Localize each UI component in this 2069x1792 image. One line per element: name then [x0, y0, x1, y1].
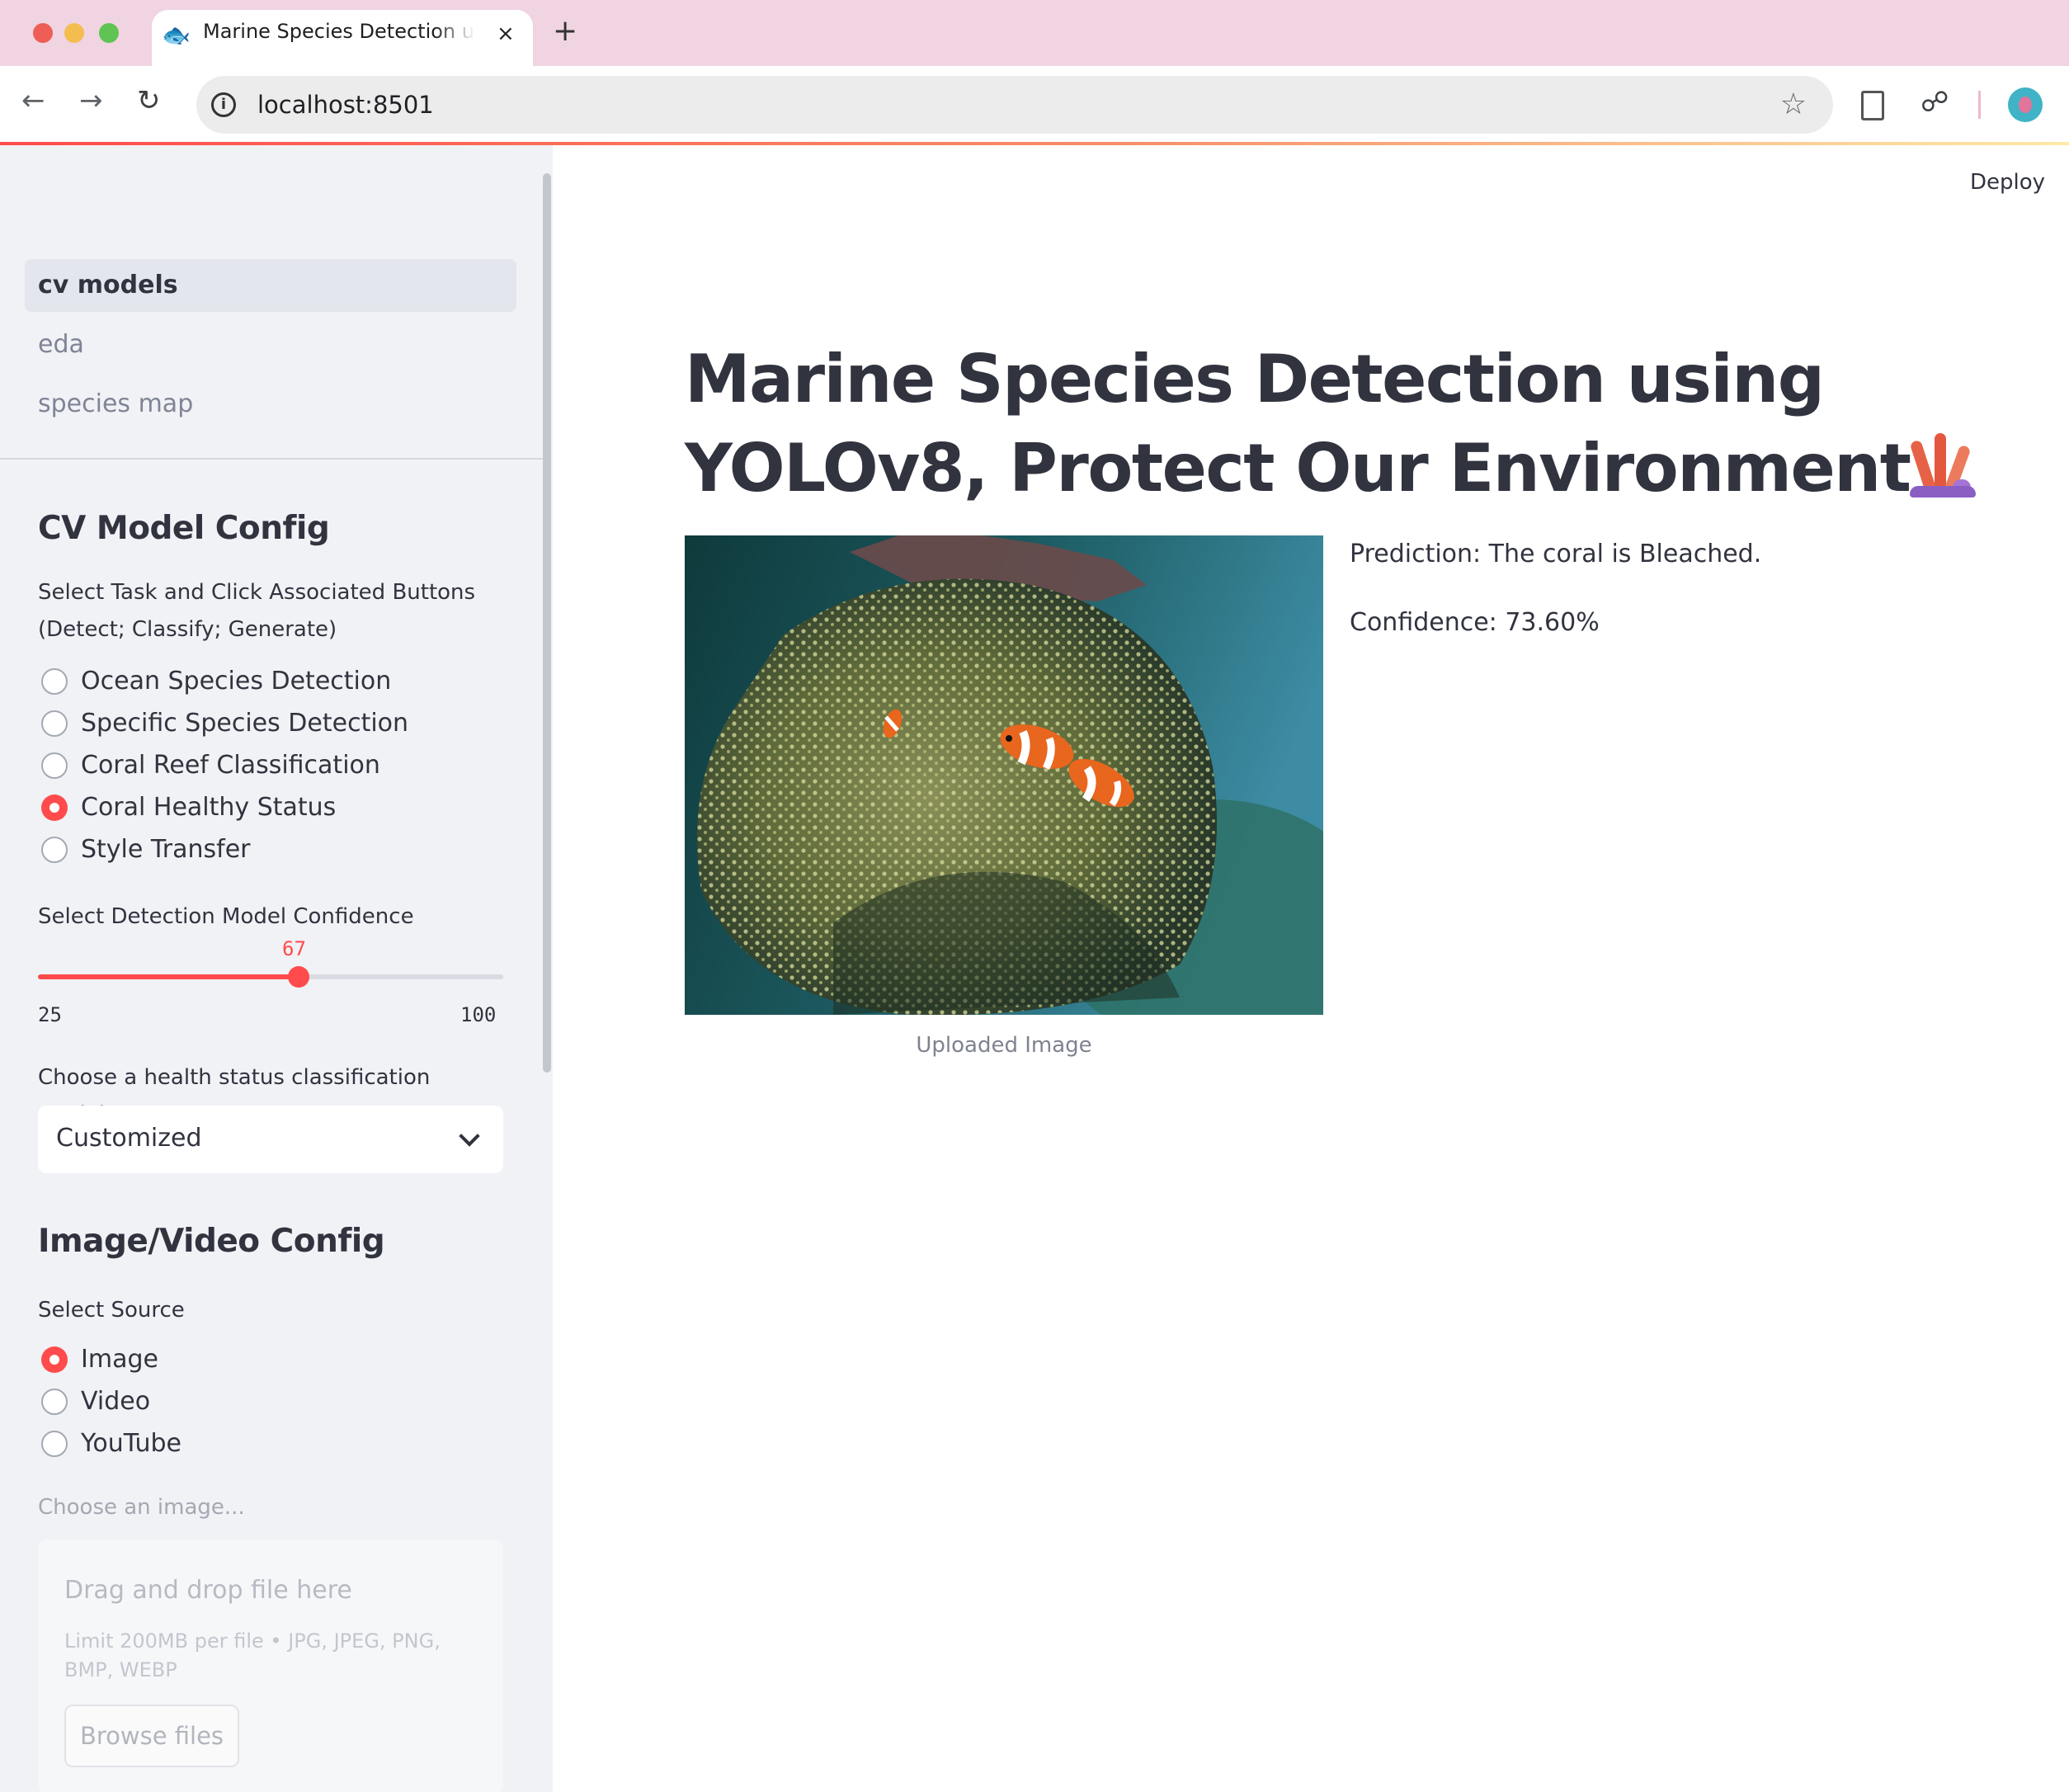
slider-value: 67 [282, 937, 306, 960]
dropzone-limit: Limit 200MB per file • JPG, JPEG, PNG, B… [64, 1629, 441, 1681]
maximize-window-button[interactable] [99, 23, 119, 43]
deploy-button[interactable]: Deploy [1970, 170, 2045, 195]
minimize-window-button[interactable] [64, 23, 84, 43]
chevron-down-icon [459, 1125, 480, 1147]
extension-icon[interactable]: ☍ [1921, 86, 1949, 119]
radio-label: Coral Healthy Status [81, 793, 337, 822]
info-icon[interactable]: i [211, 92, 236, 117]
model-select-value: Customized [56, 1124, 202, 1153]
radio-label: Video [81, 1387, 151, 1416]
page-title-text: Marine Species Detection using YOLOv8, P… [685, 341, 1911, 507]
slider-fill [38, 974, 299, 979]
toolbar-divider [1978, 91, 1981, 119]
radio-label: Coral Reef Classification [81, 751, 380, 780]
uploaded-image [685, 535, 1323, 1015]
radio-circle-selected[interactable] [41, 795, 68, 821]
prediction-text: Prediction: The coral is Bleached. [1350, 540, 1762, 568]
close-icon[interactable]: × [497, 21, 515, 46]
browser-toolbar: ← → ↻ i localhost:8501 ☆ ☍ [0, 66, 2069, 145]
sidebar-nav-eda[interactable]: eda [25, 318, 516, 371]
radio-circle[interactable] [41, 1431, 68, 1457]
confidence-label: Select Detection Model Confidence [38, 904, 414, 929]
back-arrow-icon[interactable]: ← [21, 84, 45, 117]
page-title: Marine Species Detection using YOLOv8, P… [685, 335, 2038, 513]
sidebar-nav-cv-models[interactable]: cv models [25, 259, 516, 312]
model-select[interactable]: Customized [38, 1106, 503, 1173]
browser-tab[interactable]: 🐟 Marine Species Detection using YOLOv8,… [152, 10, 533, 66]
radio-circle-selected[interactable] [41, 1346, 68, 1373]
url-text[interactable]: localhost:8501 [257, 91, 434, 119]
radio-label: YouTube [81, 1429, 181, 1458]
profile-avatar-icon[interactable] [2008, 87, 2043, 122]
address-bar[interactable]: i localhost:8501 ☆ [196, 76, 1833, 134]
tab-title: Marine Species Detection using YOLOv8, P… [203, 20, 475, 43]
sidebar-divider [0, 458, 543, 460]
media-config-heading: Image/Video Config [38, 1223, 385, 1260]
plus-icon[interactable]: + [553, 15, 577, 48]
task-prompt: Select Task and Click Associated Buttons… [38, 580, 476, 642]
sidebar: cv models eda species map CV Model Confi… [0, 145, 553, 1792]
radio-circle[interactable] [41, 1389, 68, 1415]
image-caption: Uploaded Image [916, 1033, 1092, 1058]
sidebar-nav-species-map[interactable]: species map [25, 378, 516, 431]
browser-tab-strip: 🐟 Marine Species Detection using YOLOv8,… [0, 0, 2069, 66]
radio-label: Specific Species Detection [81, 709, 409, 738]
browse-files-button[interactable]: Browse files [64, 1705, 239, 1767]
radio-label: Style Transfer [81, 835, 251, 864]
dropzone-title: Drag and drop file here [64, 1576, 352, 1605]
radio-label: Ocean Species Detection [81, 667, 392, 696]
radio-label: Image [81, 1345, 158, 1374]
source-label: Select Source [38, 1298, 185, 1323]
confidence-slider[interactable] [38, 966, 503, 988]
coral-icon [1909, 431, 1977, 498]
close-window-button[interactable] [33, 23, 53, 43]
coral-reef-photo [685, 535, 1323, 1015]
slider-min: 25 [38, 1003, 62, 1026]
radio-circle[interactable] [41, 668, 68, 695]
slider-thumb[interactable] [287, 966, 309, 988]
document-icon[interactable] [1861, 91, 1884, 120]
confidence-text: Confidence: 73.60% [1350, 608, 1600, 637]
reload-icon[interactable]: ↻ [137, 84, 161, 117]
star-icon[interactable]: ☆ [1780, 87, 1807, 121]
slider-max: 100 [460, 1003, 497, 1026]
uploader-label: Choose an image... [38, 1495, 245, 1520]
radio-circle[interactable] [41, 837, 68, 863]
cv-config-heading: CV Model Config [38, 510, 330, 547]
sidebar-scrollbar[interactable] [543, 173, 551, 1073]
fish-icon: 🐟 [162, 21, 191, 49]
radio-circle[interactable] [41, 752, 68, 779]
forward-arrow-icon[interactable]: → [79, 84, 103, 117]
radio-circle[interactable] [41, 710, 68, 737]
file-dropzone[interactable]: Drag and drop file here Limit 200MB per … [38, 1540, 503, 1792]
